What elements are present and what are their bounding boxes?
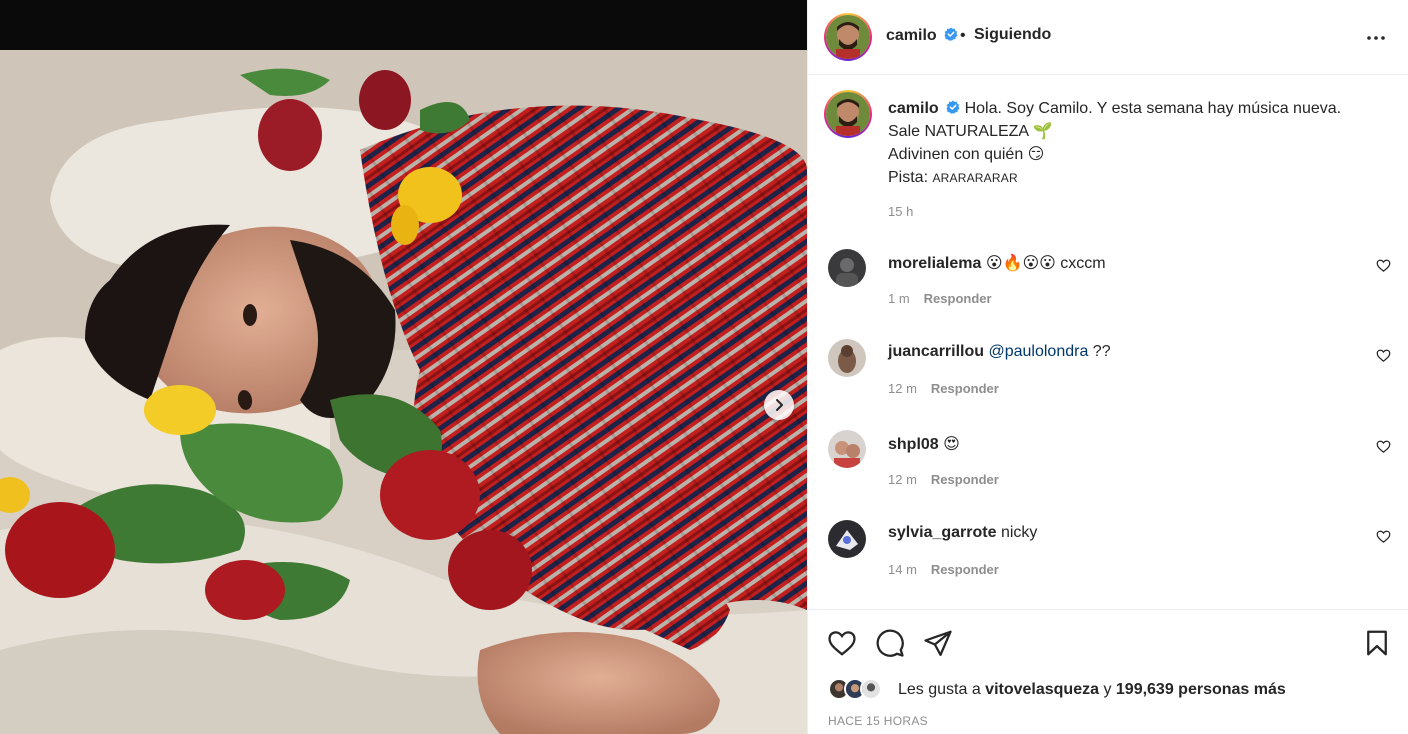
reply-button[interactable]: Responder [931,381,999,396]
comment-mention-link[interactable]: @paulolondra [988,343,1088,360]
comment-time: 14 m [888,562,917,577]
comment-time: 1 m [888,291,910,306]
comment-item: juancarrillou @paulolondra ?? 12 m Respon… [808,339,1408,409]
comment-meta: 12 m Responder [888,472,999,487]
liker-username[interactable]: vitovelasqueza [985,681,1099,698]
comment-text: 😮🔥😮😮 cxccm [985,255,1106,272]
caption-timestamp: 15 h [888,204,914,219]
post-actions: Les gusta a vitovelasqueza y 199,639 per… [808,609,1408,734]
post-side-panel: camilo • Siguiendo camilo Hola. Soy Cami… [807,0,1408,734]
verified-badge-icon [944,27,958,41]
post-header: camilo • Siguiendo [808,0,1408,75]
caption-username[interactable]: camilo [888,100,939,117]
share-icon[interactable] [923,628,953,658]
heart-icon[interactable] [1376,529,1391,544]
reply-button[interactable]: Responder [931,562,999,577]
comment-username[interactable]: morelialema [888,255,981,272]
commenter-avatar[interactable] [828,339,866,377]
more-options-icon[interactable] [1364,26,1388,50]
chevron-right-icon [776,399,783,411]
comment-meta: 12 m Responder [888,381,999,396]
bookmark-icon[interactable] [1362,628,1392,658]
comment-meta: 14 m Responder [888,562,999,577]
avatar-image [826,15,870,59]
heart-icon[interactable] [1376,258,1391,273]
post-media [0,0,807,734]
caption-author-avatar[interactable] [824,90,872,138]
next-photo-button[interactable] [764,390,794,420]
post-timestamp: HACE 15 HORAS [828,714,928,728]
author-avatar[interactable] [824,13,872,61]
comment-text: ?? [1088,343,1111,360]
comment-username[interactable]: juancarrillou [888,343,984,360]
comment-username[interactable]: sylvia_garrote [888,524,997,541]
comment-time: 12 m [888,472,917,487]
commenter-avatar[interactable] [828,520,866,558]
comment-item: sylvia_garrote nicky 14 m Responder [808,520,1408,590]
comment-meta: 1 m Responder [888,291,992,306]
heart-icon[interactable] [827,628,857,658]
author-username[interactable]: camilo [886,27,958,45]
avatar-image [826,92,870,136]
comment-icon[interactable] [875,628,905,658]
heart-icon[interactable] [1376,439,1391,454]
comment-body: sylvia_garrote nicky [888,524,1037,542]
commenter-avatar[interactable] [828,249,866,287]
separator-dot: • [960,27,966,44]
comments-section[interactable]: camilo Hola. Soy Camilo. Y esta semana h… [808,76,1408,609]
reply-button[interactable]: Responder [931,472,999,487]
caption-hint-label: Pista: [888,169,933,186]
caption-line-1: Hola. Soy Camilo. Y esta semana hay músi… [964,100,1342,117]
comment-text: nicky [1000,524,1038,541]
likes-prefix: Les gusta a [898,681,986,698]
liker-avatars [828,678,892,702]
caption-line-4: Pista: ARARARARAR [888,166,1388,190]
comment-text: 😍 [943,436,960,453]
reply-button[interactable]: Responder [924,291,992,306]
comment-item: morelialema 😮🔥😮😮 cxccm 1 m Responder [808,249,1408,319]
likes-count[interactable]: 199,639 personas más [1116,681,1286,698]
likes-text: Les gusta a vitovelasqueza y 199,639 per… [898,681,1286,699]
caption-line-3: Adivinen con quién 😏 [888,146,1045,163]
heart-icon[interactable] [1376,348,1391,363]
verified-badge-icon [946,100,960,114]
post-photo [0,50,807,734]
commenter-avatar[interactable] [828,430,866,468]
comment-username[interactable]: shpl08 [888,436,939,453]
comment-item: shpl08 😍 12 m Responder [808,430,1408,500]
comment-body: morelialema 😮🔥😮😮 cxccm [888,253,1106,273]
caption-text: camilo Hola. Soy Camilo. Y esta semana h… [888,97,1388,190]
following-button[interactable]: Siguiendo [974,26,1051,44]
comment-body: shpl08 😍 [888,434,960,454]
author-username-text[interactable]: camilo [886,27,937,44]
media-top-bar [0,0,807,50]
caption-hint-text: ARARARARAR [932,171,1018,185]
comment-body: juancarrillou @paulolondra ?? [888,343,1111,361]
liker-avatar [860,678,882,700]
caption-line-2: Sale NATURALEZA 🌱 [888,123,1053,140]
comment-time: 12 m [888,381,917,396]
likes-connector: y [1099,681,1116,698]
